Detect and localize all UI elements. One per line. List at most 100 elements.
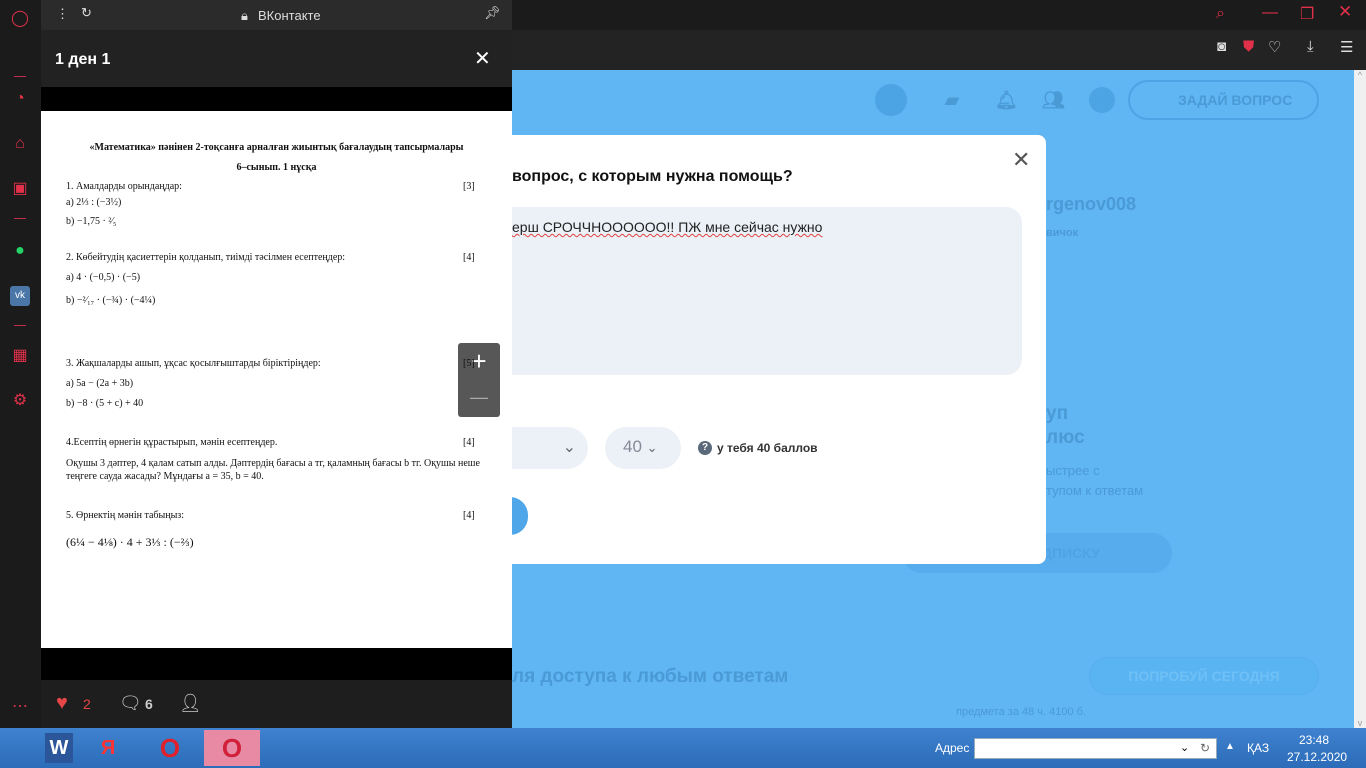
- vk-icon[interactable]: vk: [10, 286, 30, 306]
- promo-title-1: уп: [1046, 403, 1069, 424]
- restore-button[interactable]: ❐: [1300, 4, 1314, 24]
- task-heading: 1. Амалдарды орындаңдар:: [66, 181, 182, 192]
- toolbar: ◙ ⛊ ♡ ⤓ ☰: [512, 30, 1366, 70]
- reload-icon[interactable]: ↻: [81, 5, 92, 21]
- clock-date[interactable]: 27.12.2020: [1287, 750, 1347, 764]
- opera-app[interactable]: O: [142, 730, 198, 766]
- popup-url: ВКонтакте: [258, 8, 321, 23]
- camera-icon[interactable]: ◙: [1217, 38, 1226, 55]
- task-item: a) 4 · (−0,5) · (−5): [66, 272, 141, 283]
- more-icon[interactable]: ⋯: [10, 697, 30, 717]
- divider: [14, 76, 26, 77]
- close-window-button[interactable]: ✕: [1338, 2, 1352, 22]
- points-select[interactable]: 40 ⌄: [605, 427, 681, 469]
- user-icon[interactable]: 👤︎: [179, 693, 202, 714]
- promo-text-2: тупом к ответам: [1046, 483, 1144, 498]
- clock-time[interactable]: 23:48: [1299, 733, 1329, 747]
- opera-sidebar: ◯ ◔ ⌂ ▣ ● vk ▦ ⚙ ⋯: [0, 0, 41, 728]
- word-app[interactable]: W: [45, 733, 73, 763]
- username: rgenov008: [1046, 194, 1137, 214]
- task-item: b) −1,75 · ²⁄₅: [66, 216, 117, 227]
- search-icon[interactable]: ⌕: [1216, 5, 1225, 23]
- banner-text: ля доступа к любым ответам: [512, 666, 789, 687]
- heart-icon[interactable]: ♥: [56, 692, 68, 715]
- doc-subtitle: 6–сынып. 1 нұсқа: [236, 162, 317, 173]
- try-today-button[interactable]: ПОПРОБУЙ СЕГОДНЯ: [1089, 657, 1319, 695]
- task-item: a) 2⅓ : (−3½): [66, 197, 122, 208]
- avatar[interactable]: [1089, 87, 1115, 113]
- divider: [14, 218, 26, 219]
- task-points: [4]: [463, 437, 475, 448]
- menu-dots-icon[interactable]: ⋮: [56, 6, 69, 22]
- zoom-control: + —: [458, 343, 500, 417]
- ask-question-button[interactable]: ЗАДАЙ ВОПРОС: [1128, 80, 1319, 120]
- menu-icon[interactable]: ☰: [1340, 38, 1353, 56]
- close-icon[interactable]: ✕: [474, 46, 491, 71]
- task-heading: 5. Өрнектің мәнін табыңыз:: [66, 510, 185, 521]
- divider: [14, 325, 26, 326]
- comments-count: 6: [145, 696, 153, 712]
- opera-logo-icon[interactable]: ◯: [10, 9, 30, 29]
- bag-icon[interactable]: ⌂: [10, 134, 30, 154]
- windows-taskbar: W Я O O Адрес ⌄ ↻ ▲ ҚАЗ 23:48 27.12.2020: [0, 728, 1366, 768]
- minimize-button[interactable]: —: [1262, 4, 1278, 22]
- language-indicator[interactable]: ҚАЗ: [1247, 741, 1269, 755]
- address-input[interactable]: ⌄ ↻: [974, 738, 1217, 759]
- download-icon[interactable]: ⤓: [1307, 38, 1314, 55]
- task-heading: 3. Жақшаларды ашып, ұқсас қосылғыштарды …: [66, 358, 321, 369]
- task-item: b) −²⁄₁₇ · (−¾) · (−4¼): [66, 295, 156, 306]
- likes-count: 2: [83, 696, 91, 712]
- comment-icon[interactable]: 🗨︎: [119, 693, 142, 714]
- promo-text-1: ыстрее с: [1046, 463, 1100, 478]
- scrollbar[interactable]: ^ v: [1354, 70, 1366, 728]
- search-button[interactable]: [875, 84, 907, 116]
- twitch-icon[interactable]: ▣: [10, 179, 30, 199]
- task-points: [4]: [463, 252, 475, 263]
- chevron-down-icon: ⌄: [646, 440, 658, 455]
- settings-icon[interactable]: ⚙: [10, 391, 30, 411]
- footer-text: предмета за 48 ч. 4100 б.: [956, 706, 1087, 718]
- bell-icon[interactable]: 🔔︎: [995, 90, 1018, 111]
- doc-title: «Математика» пәнінен 2-тоқсанға арналған…: [89, 142, 464, 153]
- opera-gx-app[interactable]: O: [204, 730, 260, 766]
- help-icon[interactable]: ?: [698, 441, 712, 455]
- pin-icon[interactable]: 📌︎: [484, 5, 501, 21]
- task-points: [5]: [463, 358, 475, 369]
- vk-photo-viewer: ⋮ ↻ 🔒︎ ВКонтакте 📌︎ 1 ден 1 ✕ «Математик…: [41, 0, 512, 728]
- task-points: [4]: [463, 510, 475, 521]
- task-item: (6¼ − 4⅛) · 4 + 3⅓ : (−⅔): [66, 535, 194, 549]
- yandex-app[interactable]: Я: [80, 730, 136, 766]
- whatsapp-icon[interactable]: ●: [10, 241, 30, 261]
- messages-icon[interactable]: ▰: [945, 90, 959, 111]
- task-points: [3]: [463, 181, 475, 192]
- promo-title-2: люс: [1046, 427, 1085, 448]
- task-text: Оқушы 3 дәптер, 4 қалам сатып алды. Дәпт…: [66, 458, 480, 469]
- shield-icon[interactable]: ⛊: [1243, 38, 1254, 55]
- viewer-header: 1 ден 1 ✕: [41, 30, 512, 87]
- ask-question-modal: вопрос, с которым нужна помощь? ✕ ерш СР…: [492, 135, 1046, 564]
- task-text: теңгеге сауда жасады? Мұндағы a = 35, b …: [66, 471, 264, 482]
- task-heading: 2. Көбейтудің қасиеттерін қолданып, тиім…: [66, 252, 346, 263]
- chevron-down-icon[interactable]: ⌄: [1180, 741, 1189, 754]
- rank: вичок: [1046, 227, 1079, 239]
- title-bar: ⌕ — ❐ ✕: [512, 0, 1366, 30]
- post-actions: ♥ 2 🗨︎ 6 👤︎: [41, 680, 512, 728]
- task-item: b) −8 · (5 + c) + 40: [66, 398, 144, 409]
- close-icon[interactable]: ✕: [1012, 147, 1030, 173]
- tray-expand-icon[interactable]: ▲: [1225, 741, 1235, 752]
- popup-address-bar: ⋮ ↻ 🔒︎ ВКонтакте 📌︎: [41, 0, 512, 30]
- points-balance: у тебя 40 баллов: [717, 441, 818, 455]
- friends-icon[interactable]: 👥︎: [1042, 90, 1065, 111]
- apps-icon[interactable]: ▦: [10, 346, 30, 366]
- zoom-out-button[interactable]: —: [458, 379, 500, 415]
- post-title: 1 ден 1: [55, 51, 111, 68]
- speed-dial-icon[interactable]: ◔: [10, 89, 30, 109]
- subject-select[interactable]: ⌄: [512, 427, 588, 469]
- task-item: a) 5a − (2a + 3b): [66, 378, 134, 389]
- address-label: Адрес: [935, 741, 970, 755]
- heart-icon[interactable]: ♡: [1268, 38, 1281, 56]
- refresh-icon[interactable]: ↻: [1200, 741, 1210, 755]
- question-textarea[interactable]: ерш СРОЧЧНОООООО!! ПЖ мне сейчас нужно: [512, 207, 1022, 375]
- document-image: «Математика» пәнінен 2-тоқсанға арналған…: [41, 111, 512, 648]
- task-heading: 4.Есептің өрнегін құрастырып, мәнін есеп…: [66, 437, 278, 448]
